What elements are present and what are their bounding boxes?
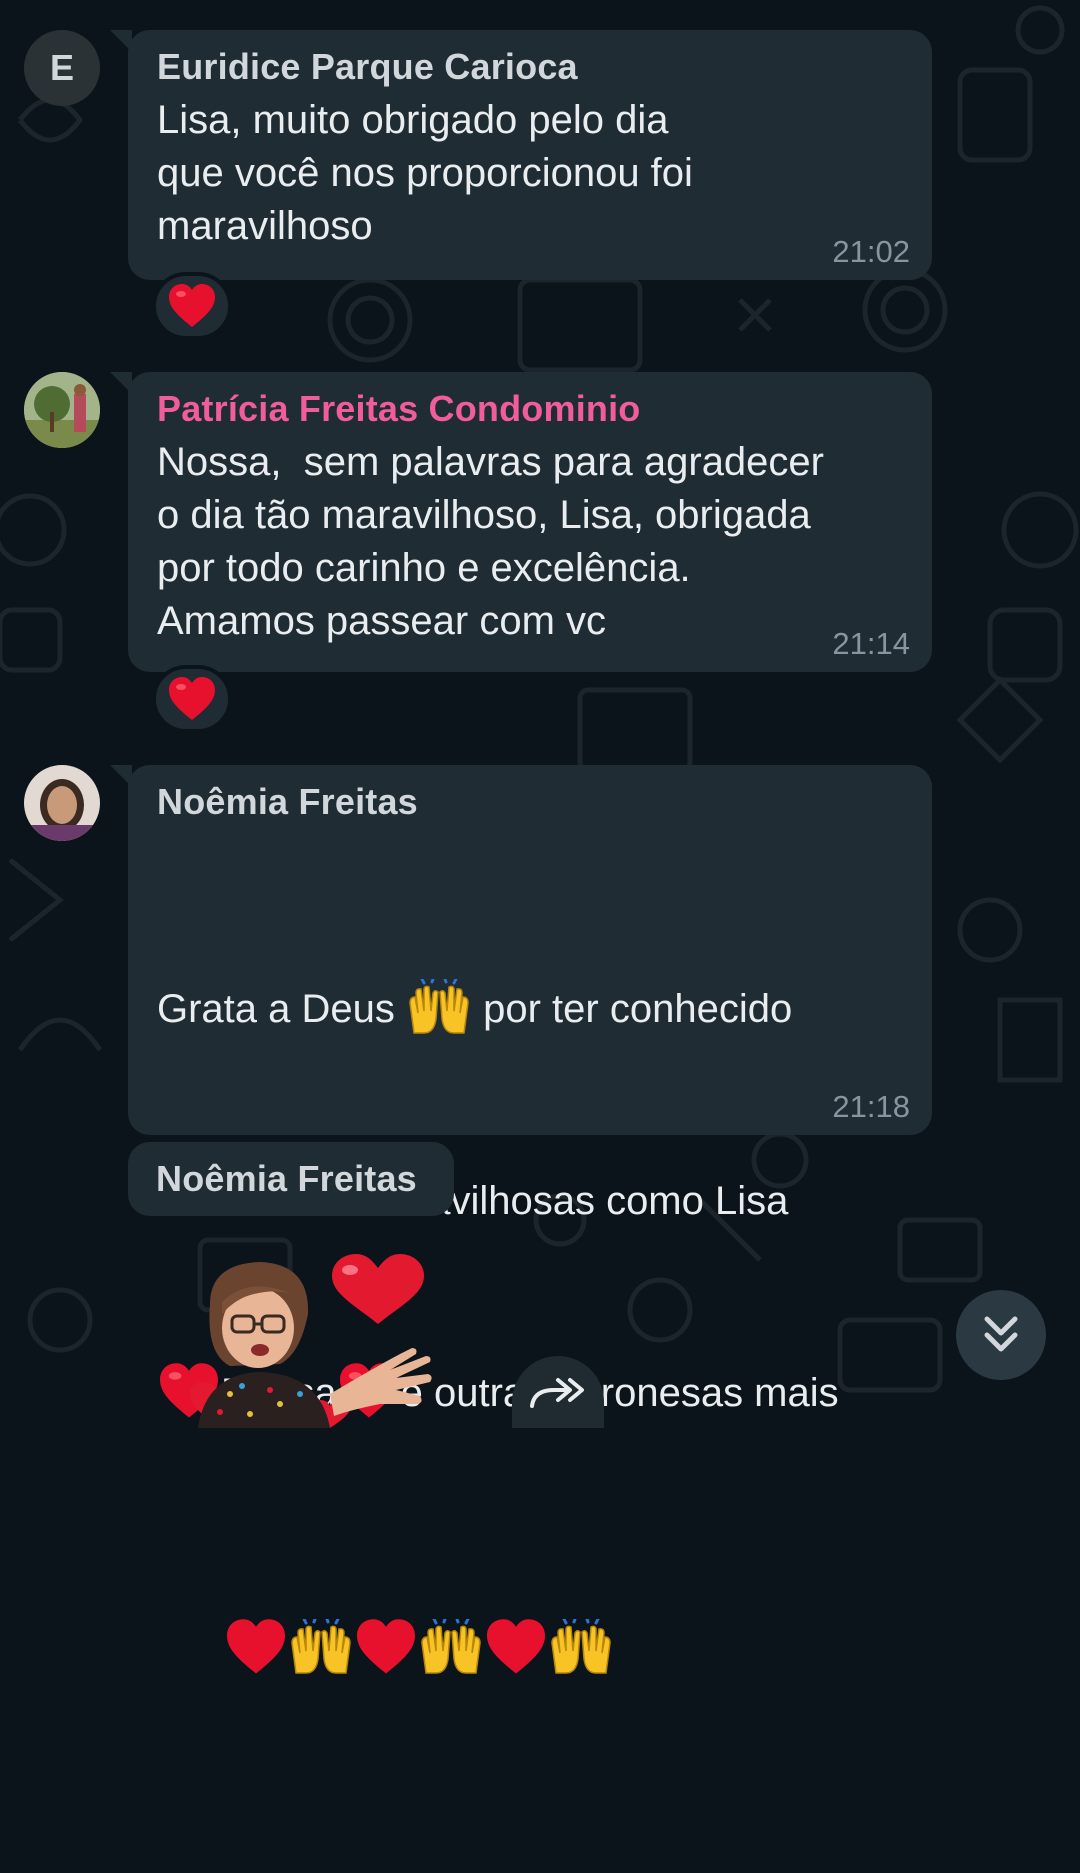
sender-avatar[interactable] bbox=[24, 765, 100, 841]
sender-avatar[interactable] bbox=[24, 372, 100, 448]
avatar-photo bbox=[24, 765, 100, 841]
heart-icon bbox=[486, 1619, 545, 1674]
reaction-heart[interactable] bbox=[152, 272, 232, 340]
heart-icon bbox=[356, 1619, 415, 1674]
avatar-photo bbox=[24, 372, 100, 448]
sticker-woman-with-hearts[interactable] bbox=[150, 1244, 510, 1428]
message-time: 21:02 bbox=[832, 234, 910, 269]
message-text: Nossa, sem palavras para agradecer o dia… bbox=[157, 440, 824, 643]
message-time: 21:14 bbox=[832, 626, 910, 661]
sender-name[interactable]: Patrícia Freitas Condominio bbox=[157, 382, 908, 436]
raising-hands-icon bbox=[420, 1619, 481, 1675]
chevron-double-down-icon bbox=[984, 1316, 1018, 1352]
avatar-initial: E bbox=[49, 47, 74, 88]
text-segment: Grata a Deus bbox=[157, 987, 407, 1031]
text-segment: por ter conhecido bbox=[472, 987, 793, 1031]
sender-name[interactable]: Euridice Parque Carioca bbox=[157, 40, 908, 94]
message-text: Lisa, muito obrigado pelo dia que você n… bbox=[157, 98, 693, 248]
reaction-heart[interactable] bbox=[152, 665, 232, 733]
message-time: 21:18 bbox=[832, 1089, 910, 1124]
message-line-4 bbox=[157, 1553, 908, 1745]
heart-icon bbox=[169, 284, 215, 327]
forward-icon bbox=[530, 1378, 584, 1408]
sender-avatar[interactable]: E bbox=[24, 30, 100, 106]
sender-name[interactable]: Noêmia Freitas bbox=[157, 775, 908, 829]
sender-name[interactable]: Noêmia Freitas bbox=[156, 1152, 426, 1206]
sender-name-pill[interactable]: Noêmia Freitas bbox=[128, 1142, 454, 1216]
raising-hands-icon bbox=[290, 1619, 351, 1675]
raising-hands-icon bbox=[409, 979, 469, 1035]
message-line-1: Grata a Deus por ter conhecido bbox=[157, 977, 908, 1041]
message-bubble[interactable]: Patrícia Freitas Condominio Nossa, sem p… bbox=[110, 372, 932, 672]
scroll-to-bottom-button[interactable] bbox=[956, 1290, 1046, 1380]
message-bubble[interactable]: Euridice Parque Carioca Lisa, muito obri… bbox=[110, 30, 932, 280]
message-bubble[interactable]: Noêmia Freitas Grata a Deus por ter conh… bbox=[110, 765, 932, 1675]
heart-icon bbox=[226, 1619, 285, 1674]
raising-hands-icon bbox=[550, 1619, 611, 1675]
heart-icon bbox=[169, 677, 215, 720]
